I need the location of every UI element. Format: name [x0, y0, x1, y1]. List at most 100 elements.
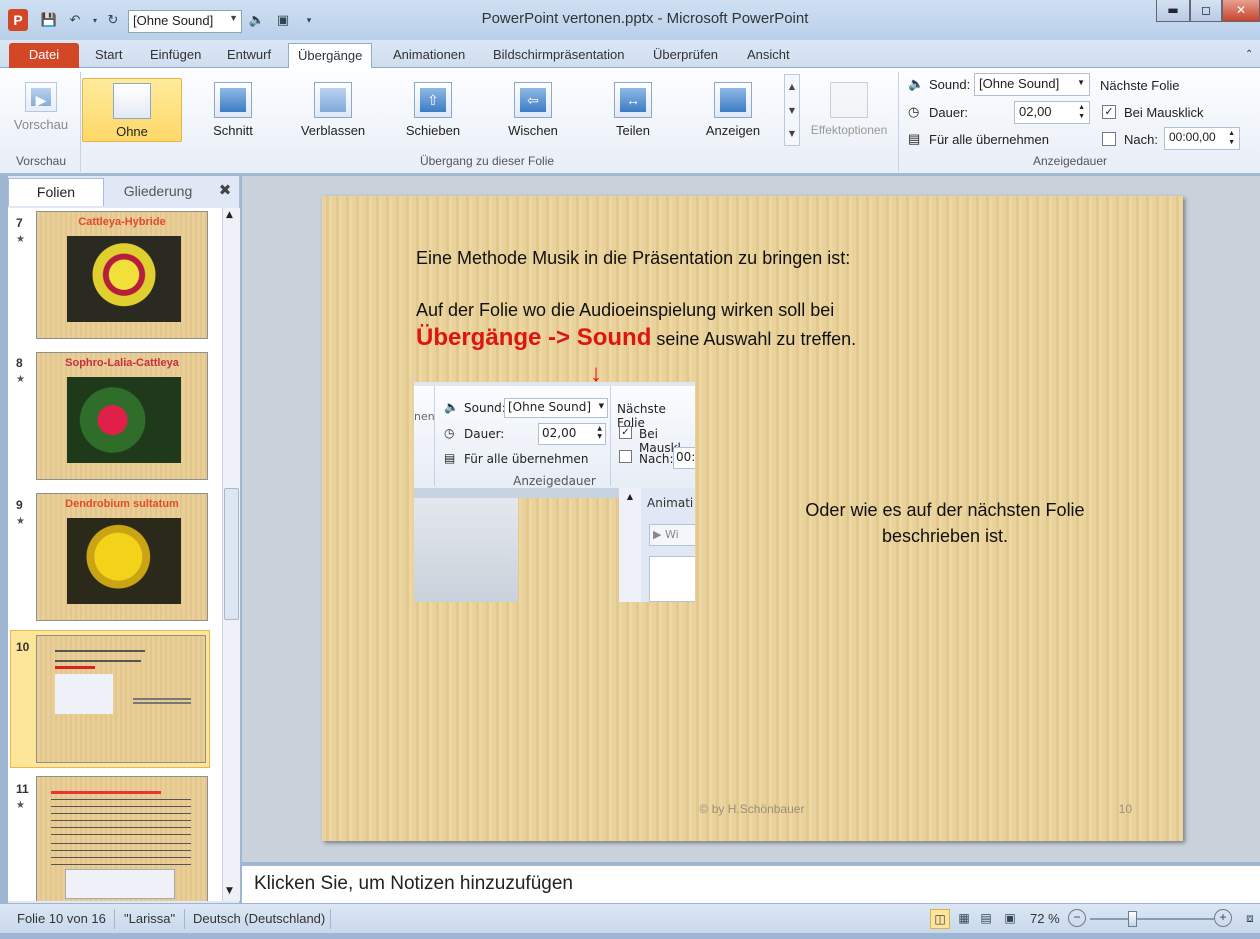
slide-text-rest: seine Auswahl zu treffen. [651, 329, 857, 349]
thumb-text-line [51, 791, 161, 794]
effect-options-button[interactable]: Effektoptionen [802, 78, 896, 142]
minimize-button[interactable]: ▬ [1156, 0, 1190, 22]
orchid-image [67, 518, 181, 604]
theme-name[interactable]: "Larissa" [124, 911, 175, 926]
reading-view-icon[interactable]: ▤ [976, 909, 996, 929]
thumb-text-lines [51, 799, 191, 839]
slide-right-text-1[interactable]: Oder wie es auf der nächsten Folie [762, 500, 1128, 521]
tab-entwurf[interactable]: Entwurf [218, 43, 280, 68]
after-checkbox[interactable] [1102, 132, 1116, 146]
status-divider [114, 909, 115, 929]
slide-thumbnail-8[interactable]: Sophro-Lalia-Cattleya [36, 352, 208, 480]
zoom-in-icon[interactable]: + [1214, 909, 1232, 927]
transition-fade-button[interactable]: Verblassen [283, 78, 383, 142]
tab-gliederung[interactable]: Gliederung [106, 178, 210, 206]
transition-group-label: Übergang zu dieser Folie [419, 154, 555, 168]
inset-anim-pane: Animati ▶ Wi [641, 488, 695, 602]
close-button[interactable]: ✕ [1222, 0, 1260, 22]
slide-thumbnail-11[interactable] [36, 776, 208, 901]
notes-area[interactable]: Klicken Sie, um Notizen hinzuzufügen [242, 865, 1260, 903]
zoom-out-icon[interactable]: − [1068, 909, 1086, 927]
language-indicator[interactable]: Deutsch (Deutschland) [193, 911, 325, 926]
next-slide-label: Nächste Folie [1100, 78, 1180, 93]
slide-text-line1[interactable]: Eine Methode Musik in die Präsentation z… [416, 248, 850, 269]
orchid-image [67, 236, 181, 322]
transition-none-button[interactable]: Ohne [82, 78, 182, 142]
slide-thumbnail-10[interactable] [36, 635, 206, 763]
scroll-up-icon[interactable]: ▲ [226, 210, 233, 220]
slide-number[interactable]: 10 [1112, 802, 1132, 816]
zoom-slider-track[interactable] [1090, 918, 1214, 920]
timing-group-label: Anzeigedauer [1032, 154, 1108, 168]
group-divider [80, 72, 81, 172]
gallery-down-icon[interactable]: ▼ [785, 99, 799, 123]
after-label: Nach: [1124, 132, 1158, 147]
spinner-arrows-icon[interactable]: ▲ ▼ [1078, 103, 1085, 121]
thumb-inset-image [55, 674, 113, 714]
gallery-scroll[interactable]: ▲ ▼ ▼ [784, 74, 800, 146]
tab-folien[interactable]: Folien [8, 178, 104, 206]
tab-ansicht[interactable]: Ansicht [738, 43, 799, 68]
tab-datei[interactable]: Datei [9, 43, 79, 68]
inset-apply-icon: ▤ [444, 451, 456, 465]
help-icon[interactable]: ⌃ [1236, 43, 1260, 68]
transition-push-button[interactable]: ⇧ Schieben [383, 78, 483, 142]
thumb-inset-image [65, 869, 175, 899]
fit-to-window-icon[interactable]: ⧈ [1240, 909, 1260, 929]
gallery-up-icon[interactable]: ▲ [785, 75, 799, 99]
inset-screenshot: nen 🔈 Sound: [Ohne Sound] ▼ ◷ Dauer: 02,0… [414, 382, 695, 488]
tab-bildschirmpraesentation[interactable]: Bildschirmpräsentation [484, 43, 634, 68]
slides-scrollbar[interactable]: ▲ ▼ [222, 208, 240, 901]
transition-reveal-button[interactable]: Anzeigen [683, 78, 783, 142]
after-time-spinner[interactable]: 00:00,00 ▲ ▼ [1164, 127, 1240, 150]
slide-right-text-2[interactable]: beschrieben ist. [762, 526, 1128, 547]
inset-checkbox-checked: ✓ [619, 426, 632, 439]
transition-label: Verblassen [300, 123, 366, 138]
tab-uebergaenge[interactable]: Übergänge [288, 43, 373, 69]
transition-wipe-button[interactable]: ⇦ Wischen [483, 78, 583, 142]
slide-text-line3[interactable]: Übergänge -> Sound seine Auswahl zu tref… [416, 324, 856, 352]
sound-select[interactable]: [Ohne Sound] ▼ [974, 73, 1090, 96]
inset-sound-field: [Ohne Sound] ▼ [504, 398, 608, 418]
spinner-arrows-icon[interactable]: ▲ ▼ [1228, 129, 1235, 147]
tab-start[interactable]: Start [86, 43, 131, 68]
slide-footer[interactable]: © by H.Schönbauer [662, 802, 842, 816]
maximize-button[interactable]: ◻ [1190, 0, 1222, 22]
inset-checkbox [619, 450, 632, 463]
duration-spinner[interactable]: 02,00 ▲ ▼ [1014, 101, 1090, 124]
effect-options-icon [830, 82, 868, 118]
slides-pane: Folien Gliederung ✖ 7 ★ Cattleya-Hybride… [8, 176, 240, 903]
slide-thumbnail-7[interactable]: Cattleya-Hybride [36, 211, 208, 339]
tab-einfuegen[interactable]: Einfügen [141, 43, 210, 68]
inset-scrollbar: ▲ [619, 488, 641, 602]
normal-view-icon[interactable]: ◫ [930, 909, 950, 929]
thumb-text-line [55, 666, 95, 669]
slide-thumbnail-9[interactable]: Dendrobium sultatum [36, 493, 208, 621]
slide-sorter-icon[interactable]: ▦ [954, 909, 974, 929]
tab-ueberpruefen[interactable]: Überprüfen [644, 43, 727, 68]
close-pane-icon[interactable]: ✖ [212, 178, 238, 206]
transition-label: Teilen [616, 123, 650, 138]
apply-all-button[interactable]: Für alle übernehmen [929, 132, 1049, 147]
zoom-level[interactable]: 72 % [1030, 911, 1060, 926]
chevron-down-icon: ▼ [1077, 78, 1085, 87]
gallery-more-icon[interactable]: ▼ [785, 123, 799, 145]
after-time-value: 00:00,00 [1169, 130, 1216, 144]
duration-value: 02,00 [1019, 104, 1052, 119]
inset-group-label: Anzeigedauer [513, 474, 596, 488]
status-divider [184, 909, 185, 929]
zoom-slider-thumb[interactable] [1128, 911, 1137, 927]
inset-anim-label: Animati [647, 496, 694, 510]
slide-text-line2[interactable]: Auf der Folie wo die Audioeinspielung wi… [416, 300, 834, 321]
inset-divider [610, 386, 611, 486]
inset-after-field: 00:0 [673, 447, 695, 469]
scroll-thumb[interactable] [224, 488, 239, 620]
on-click-checkbox[interactable]: ✓ [1102, 105, 1116, 119]
slideshow-view-icon[interactable]: ▣ [1000, 909, 1020, 929]
scroll-down-icon[interactable]: ▼ [226, 886, 233, 896]
transition-split-button[interactable]: ↔ Teilen [583, 78, 683, 142]
transition-cut-button[interactable]: Schnitt [183, 78, 283, 142]
slide-canvas[interactable]: Eine Methode Musik in die Präsentation z… [322, 196, 1183, 841]
preview-button[interactable]: ▶ Vorschau [4, 78, 78, 142]
tab-animationen[interactable]: Animationen [384, 43, 474, 68]
